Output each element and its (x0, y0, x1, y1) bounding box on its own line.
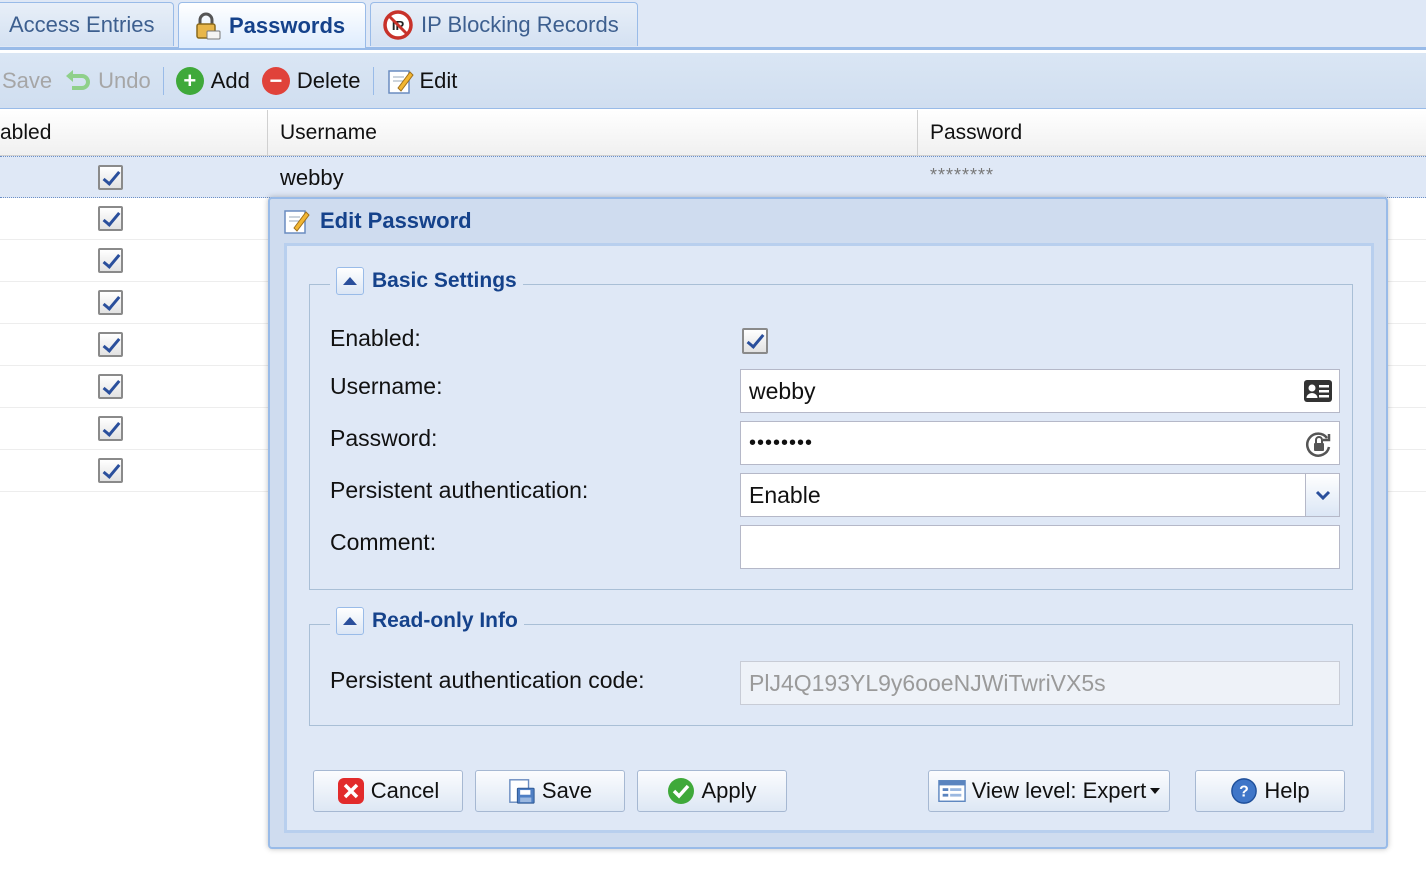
tab-label: IP Blocking Records (421, 11, 619, 37)
collapse-up-icon[interactable] (336, 607, 364, 635)
edit-icon (282, 206, 312, 236)
tab-passwords[interactable]: Passwords (178, 2, 366, 48)
persistent-auth-select[interactable]: Enable (740, 473, 1340, 517)
username-field[interactable]: webby (740, 369, 1340, 413)
grid-header: abled Username Password (0, 110, 1426, 156)
tab-label: Access Entries (9, 11, 155, 37)
dialog-body: Basic Settings Enabled: Username: webby … (284, 243, 1374, 833)
toolbar-separator (372, 66, 374, 95)
dropdown-arrow-icon (1150, 788, 1161, 794)
chevron-down-icon[interactable] (1305, 474, 1339, 516)
dialog-title: Edit Password (320, 208, 472, 233)
help-icon: ? (1230, 777, 1258, 805)
undo-icon (64, 68, 92, 94)
delete-button[interactable]: − Delete (256, 61, 367, 101)
view-level-icon (937, 777, 966, 805)
readonly-info-legend: Read-only Info (330, 607, 524, 635)
toolbar: Save Undo + Add − Delete Edit (0, 53, 1426, 109)
view-level-button[interactable]: View level: Expert (928, 770, 1170, 812)
ip-blocked-icon: IP (383, 9, 413, 40)
contact-card-icon[interactable] (1303, 378, 1333, 404)
apply-button[interactable]: Apply (637, 770, 787, 812)
toolbar-separator (162, 66, 164, 95)
add-icon: + (175, 66, 204, 95)
username-label: Username: (330, 373, 443, 399)
save-button[interactable]: Save (0, 61, 58, 101)
enabled-checkbox[interactable] (98, 206, 123, 231)
comment-label: Comment: (330, 529, 437, 555)
add-button[interactable]: + Add (170, 61, 256, 101)
table-row[interactable]: webby ******** (0, 156, 1426, 198)
undo-button[interactable]: Undo (58, 61, 157, 101)
basic-settings-legend: Basic Settings (330, 267, 523, 295)
password-field[interactable]: •••••••• (740, 421, 1340, 465)
save-button[interactable]: Save (475, 770, 625, 812)
apply-check-icon (667, 777, 695, 805)
enabled-checkbox[interactable] (742, 328, 768, 354)
svg-text:?: ? (1240, 784, 1250, 801)
tab-access-entries[interactable]: Access Entries (0, 2, 174, 46)
persistent-auth-label: Persistent authentication: (330, 477, 589, 503)
enabled-label: Enabled: (330, 325, 421, 351)
enabled-checkbox[interactable] (98, 416, 123, 441)
column-header-password[interactable]: Password (918, 110, 1426, 156)
enabled-checkbox[interactable] (98, 374, 123, 399)
cancel-button[interactable]: Cancel (313, 770, 463, 812)
tab-ip-blocking-records[interactable]: IP IP Blocking Records (370, 2, 638, 46)
edit-password-dialog: Edit Password Basic Settings Enabled: Us… (268, 197, 1388, 849)
readonly-info-fieldset: Read-only Info Persistent authentication… (309, 607, 1353, 726)
password-manager-icon[interactable] (1305, 430, 1333, 457)
auth-code-field[interactable]: PlJ4Q193YL9y6ooeNJWiTwriVX5s (740, 661, 1340, 705)
enabled-checkbox[interactable] (98, 458, 123, 483)
help-button[interactable]: ? Help (1195, 770, 1345, 812)
cancel-icon (337, 777, 365, 805)
enabled-checkbox[interactable] (98, 248, 123, 273)
enabled-checkbox[interactable] (98, 290, 123, 315)
collapse-up-icon[interactable] (336, 267, 364, 295)
lock-icon (191, 11, 221, 41)
password-label: Password: (330, 425, 438, 451)
comment-field[interactable] (740, 525, 1340, 569)
edit-icon (386, 66, 416, 96)
username-cell: webby (280, 165, 344, 190)
edit-button[interactable]: Edit (380, 61, 464, 101)
enabled-checkbox[interactable] (98, 332, 123, 357)
enabled-checkbox[interactable] (98, 165, 123, 190)
tab-label: Passwords (229, 12, 346, 38)
delete-icon: − (261, 66, 290, 95)
password-cell: ******** (930, 165, 995, 185)
tab-strip: Access Entries Passwords IP IP Blocking … (0, 0, 1426, 50)
basic-settings-fieldset: Basic Settings Enabled: Username: webby … (309, 267, 1353, 590)
column-header-username[interactable]: Username (268, 110, 918, 156)
dialog-header[interactable]: Edit Password (270, 199, 1386, 243)
column-header-enabled[interactable]: abled (0, 110, 268, 156)
save-icon (508, 777, 536, 805)
auth-code-label: Persistent authentication code: (330, 667, 645, 693)
